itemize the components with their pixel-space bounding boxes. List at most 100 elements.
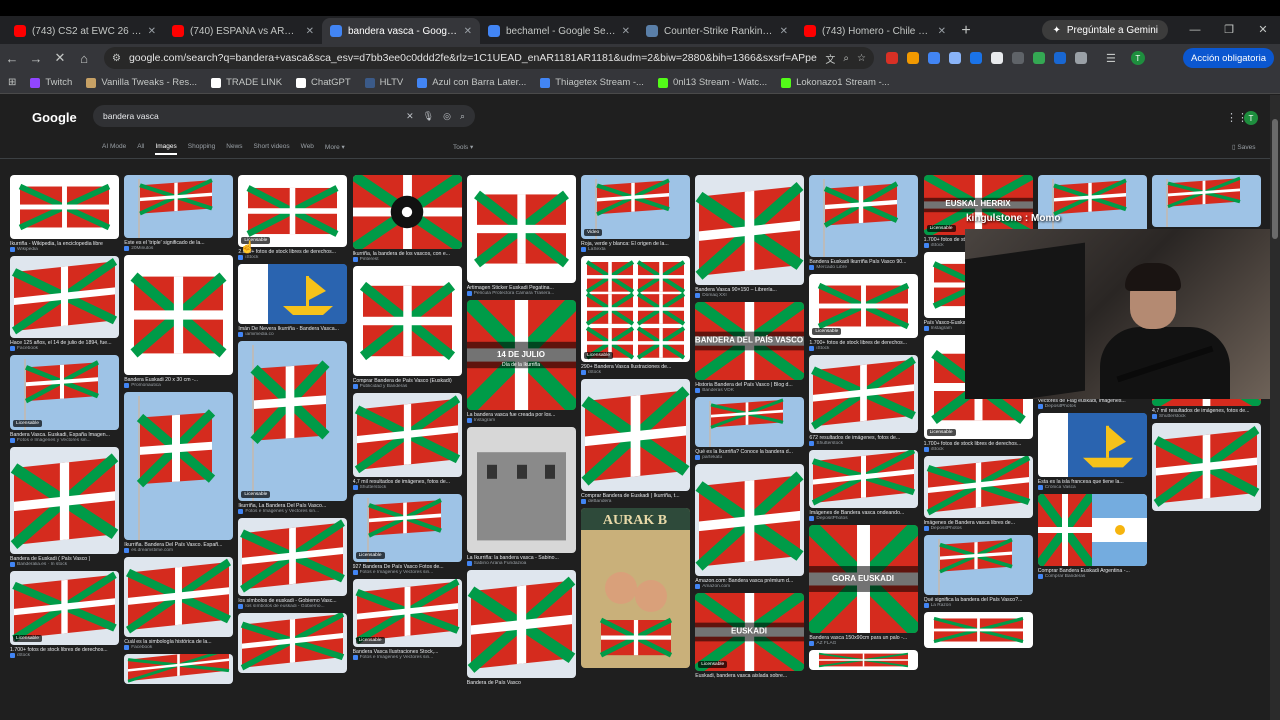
browser-tab[interactable]: bandera vasca - Google Search ✕ xyxy=(322,18,480,44)
result-source[interactable]: Sabino Arana Fundazioa xyxy=(466,561,576,566)
result-thumbnail[interactable] xyxy=(10,175,119,239)
bookmark-item[interactable]: Lokonazo1 Stream -... xyxy=(781,77,890,88)
clear-search-icon[interactable]: ✕ xyxy=(406,111,414,122)
bookmark-item[interactable]: HLTV xyxy=(364,77,403,88)
image-result-card[interactable]: Ikurriña, la bandera de los vascos, con … xyxy=(352,175,462,262)
address-bar[interactable]: ⚙ google.com/search?q=bandera+vasca&sca_… xyxy=(104,47,874,69)
gemini-button[interactable]: ✦ Pregúntale a Gemini xyxy=(1042,20,1168,40)
result-source[interactable]: Publicidad y Banderas xyxy=(352,384,462,389)
result-thumbnail[interactable] xyxy=(923,456,1033,518)
result-source[interactable]: Facebook xyxy=(124,645,233,650)
result-source[interactable]: Mercado Libre xyxy=(809,265,918,270)
result-thumbnail[interactable] xyxy=(809,175,919,257)
result-source[interactable]: Shutterstock xyxy=(809,441,918,446)
image-result-card[interactable] xyxy=(124,654,234,684)
browser-tab[interactable]: bechamel - Google Search ✕ xyxy=(480,18,638,44)
image-result-card[interactable]: Licensable Ikurriña, La Bandera Del País … xyxy=(238,341,348,514)
image-result-card[interactable]: EUSKADI Licensable Euskadi, bandera vasca … xyxy=(695,593,805,679)
image-result-card[interactable]: Qué significa la bandera del País Vasco?… xyxy=(923,535,1033,608)
image-result-card[interactable] xyxy=(923,612,1033,648)
result-source[interactable]: los símbolos de euskadi - Gobierno... xyxy=(238,604,347,609)
image-result-card[interactable]: BANDERA DEL PAÍS VASCO Historia Bandera d… xyxy=(695,302,805,393)
result-source[interactable]: Fotos e Imágenes y Vectores sin... xyxy=(238,509,347,514)
extension-icon[interactable] xyxy=(886,52,898,64)
bookmark-item[interactable]: 0nl13 Stream - Watc... xyxy=(657,77,767,88)
image-result-card[interactable] xyxy=(1152,423,1261,511)
translate-icon[interactable]: 文 xyxy=(825,51,835,66)
bookmark-item[interactable]: TRADE LINK xyxy=(211,77,282,88)
result-source[interactable]: iamimedia.co xyxy=(238,332,347,337)
image-result-card[interactable]: Licensable 1.700+ fotos de stock libres d… xyxy=(809,274,919,351)
result-thumbnail[interactable] xyxy=(124,255,234,375)
search-input[interactable]: bandera vasca xyxy=(103,111,397,121)
extension-icon[interactable] xyxy=(1033,52,1045,64)
image-result-card[interactable]: Bandera Euskadi Ikurriña País Vasco 90..… xyxy=(809,175,919,270)
image-result-card[interactable]: AURAK B xyxy=(581,508,690,668)
result-source[interactable]: partekatu xyxy=(695,455,804,460)
result-source[interactable]: Instagram xyxy=(466,418,576,423)
bookmark-item[interactable]: ChatGPT xyxy=(296,77,351,88)
result-source[interactable]: Banderalia.es · In stock xyxy=(10,562,119,567)
result-thumbnail[interactable]: Licensable xyxy=(10,355,119,430)
result-thumbnail[interactable] xyxy=(10,256,119,338)
result-thumbnail[interactable] xyxy=(695,464,805,576)
tools-menu[interactable]: Tools ▾ xyxy=(453,143,473,151)
result-source[interactable]: Dómaq XXI xyxy=(695,293,804,298)
home-icon[interactable]: ⌂ xyxy=(72,51,96,66)
image-result-card[interactable]: Ikurriña. Bandera Del País Vasco. Españ.… xyxy=(124,392,234,553)
puzzle-extensions-icon[interactable] xyxy=(1075,52,1087,64)
page-scrollbar[interactable] xyxy=(1270,95,1280,720)
image-result-card[interactable]: Imágenes de Bandera vasca ondeando... Dep… xyxy=(809,450,919,521)
site-info-icon[interactable]: ⚙ xyxy=(112,53,121,64)
result-thumbnail[interactable] xyxy=(466,570,576,678)
forward-icon[interactable]: → xyxy=(24,51,48,66)
image-result-card[interactable]: Cuál es la simbología histórica de la...… xyxy=(124,557,234,650)
result-source[interactable]: Shutterstock xyxy=(352,485,462,490)
result-source[interactable]: Promonautica xyxy=(124,383,233,388)
zoom-icon[interactable]: ⌕ xyxy=(843,53,849,64)
result-thumbnail[interactable] xyxy=(581,379,690,491)
saves-link[interactable]: ▯ Saves xyxy=(1232,143,1255,151)
close-tab-icon[interactable]: ✕ xyxy=(938,26,946,37)
result-source[interactable]: Shutterstock xyxy=(1152,414,1261,419)
bookmark-item[interactable]: Thiagetex Stream -... xyxy=(540,77,644,88)
image-result-card[interactable]: los símbolos de euskadi - Gobierno Vasc.… xyxy=(238,518,348,609)
result-source[interactable]: Crónica Vasca xyxy=(1037,485,1147,490)
new-tab-button[interactable]: + xyxy=(954,18,978,44)
image-result-card[interactable]: Bandera de Euskadi ( País Vasco ) Bandera… xyxy=(10,447,119,567)
result-thumbnail[interactable]: Licensable xyxy=(238,341,348,501)
result-thumbnail[interactable]: Licensable xyxy=(352,494,462,562)
image-result-card[interactable]: Bandera Euskadi 20 x 30 cm -... Promonaut… xyxy=(124,255,234,388)
result-source[interactable]: es.dreamstime.com xyxy=(124,548,233,553)
result-source[interactable]: Fotos e Imágenes y Vectores sin... xyxy=(352,655,462,660)
result-thumbnail[interactable]: GORA EUSKADI xyxy=(809,525,919,633)
result-thumbnail[interactable]: Licensable xyxy=(809,274,919,338)
extension-icon[interactable] xyxy=(970,52,982,64)
result-thumbnail[interactable] xyxy=(352,393,462,477)
image-result-card[interactable]: Licensable 927 Bandera De País Vasco Foto… xyxy=(352,494,462,575)
image-result-card[interactable]: Comprar Bandera de Euskadi | Ikurriña, t… xyxy=(581,379,690,504)
close-tab-icon[interactable]: ✕ xyxy=(148,26,156,37)
result-thumbnail[interactable] xyxy=(466,427,576,553)
browser-profile-avatar[interactable]: T xyxy=(1130,51,1145,65)
result-thumbnail[interactable] xyxy=(1037,494,1147,566)
result-thumbnail[interactable] xyxy=(1152,423,1261,511)
search-tab[interactable]: News xyxy=(226,143,242,155)
result-thumbnail[interactable]: Licensable xyxy=(352,579,462,647)
search-tab[interactable]: All xyxy=(137,143,144,155)
result-source[interactable]: iStock xyxy=(10,653,119,658)
result-thumbnail[interactable] xyxy=(809,450,919,508)
extension-icon[interactable] xyxy=(928,52,940,64)
search-tab[interactable]: Images xyxy=(155,143,177,155)
image-result-card[interactable] xyxy=(1152,175,1261,227)
minimize-button[interactable]: — xyxy=(1178,16,1212,44)
result-source[interactable]: iStock xyxy=(809,346,918,351)
result-thumbnail[interactable] xyxy=(124,392,234,540)
search-tab[interactable]: AI Mode xyxy=(102,143,126,155)
result-thumbnail[interactable] xyxy=(695,397,805,447)
search-box[interactable]: bandera vasca ✕ 🎙 ◎ ⌕ xyxy=(93,105,475,127)
result-source[interactable]: DepositPhotos xyxy=(809,516,918,521)
extension-icon[interactable] xyxy=(949,52,961,64)
extension-icon[interactable] xyxy=(991,52,1003,64)
browser-tab[interactable]: (740) ESPAÑA vs ARGENTINA | ✕ xyxy=(164,18,322,44)
